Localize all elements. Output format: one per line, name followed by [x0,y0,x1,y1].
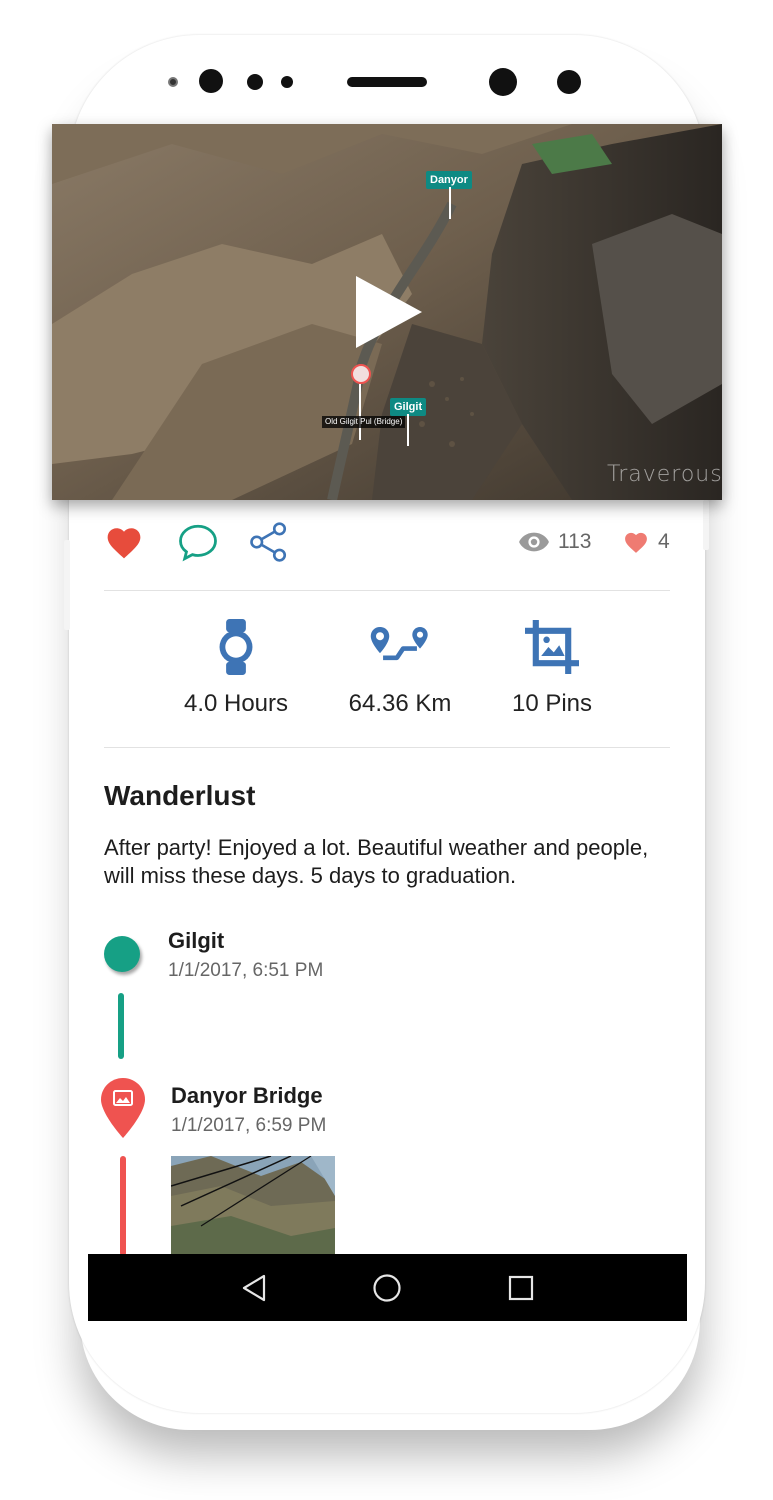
timeline-connector [120,1156,126,1256]
play-button[interactable] [348,272,428,352]
comment-button[interactable] [176,520,220,564]
eye-icon [519,532,549,552]
watch-icon [219,619,253,675]
share-icon [250,522,287,562]
pins-value: 10 Pins [511,690,593,717]
map-pin-stem [359,384,361,440]
route-icon [370,627,428,661]
divider [104,590,670,591]
photo-thumbnail [171,1156,335,1256]
like-button[interactable] [102,520,146,564]
side-button [64,540,70,630]
recents-icon [508,1275,534,1301]
heart-icon [625,532,647,553]
timeline-photo[interactable] [171,1156,335,1256]
timeline-pin[interactable] [99,1076,147,1140]
divider [104,747,670,748]
timeline-connector [118,993,124,1059]
image-pin-icon [101,1078,145,1138]
back-icon [242,1274,266,1302]
timeline-item-name[interactable]: Gilgit [168,928,224,954]
views-count: 113 [558,530,592,553]
home-button[interactable] [369,1270,405,1306]
home-icon [373,1274,401,1302]
video-player[interactable]: Danyor Gilgit Old Gilgit Pul (Bridge) Tr… [52,124,722,500]
distance-value: 64.36 Km [348,690,452,717]
timeline-item-name[interactable]: Danyor Bridge [171,1083,323,1109]
post-description: After party! Enjoyed a lot. Beautiful we… [104,835,649,888]
play-icon [356,276,422,348]
action-row: 113 4 [104,520,670,570]
metric-distance: 64.36 Km [320,618,480,718]
likes-stat: 4 [622,530,670,554]
watermark: Traverous [607,462,722,487]
side-button [703,500,709,550]
post-title: Wanderlust [104,780,256,811]
sensor-dot [281,76,293,88]
metric-duration: 4.0 Hours [156,618,316,718]
recents-button[interactable] [503,1270,539,1306]
timeline-item-time: 1/1/2017, 6:59 PM [171,1115,327,1136]
views-stat: 113 [518,530,591,554]
map-image-pin[interactable] [351,364,371,384]
map-label-bridge: Old Gilgit Pul (Bridge) [322,416,406,428]
sensor-dot [247,74,263,90]
earpiece-speaker [347,77,427,87]
map-pin-stem [449,187,451,219]
share-button[interactable] [247,520,291,564]
back-button[interactable] [236,1270,272,1306]
metric-pins: 10 Pins [472,618,632,718]
timeline-item-time: 1/1/2017, 6:51 PM [168,960,324,981]
crop-image-icon [525,620,579,674]
comment-icon [179,524,217,562]
duration-value: 4.0 Hours [183,690,289,717]
front-camera [557,70,581,94]
timeline-dot-icon [104,936,140,972]
heart-icon [107,528,141,559]
likes-count: 4 [658,530,670,553]
front-camera [489,68,517,96]
map-pin-stem [407,414,409,446]
sensor-dot [168,77,178,87]
front-camera [199,69,223,93]
android-nav-bar [88,1254,687,1321]
